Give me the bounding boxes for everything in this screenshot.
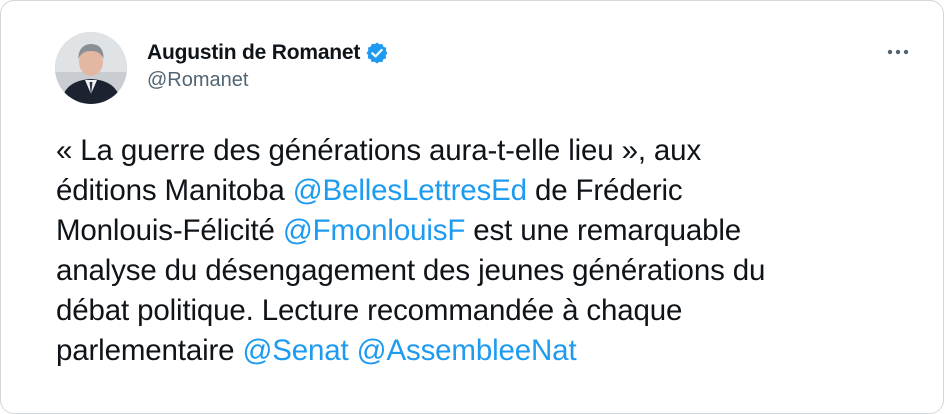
tweet-text-line: parlementaire @Senat @AssembleeNat bbox=[56, 331, 916, 371]
mention-link[interactable]: @FmonlouisF bbox=[283, 214, 466, 247]
author-name-row[interactable]: Augustin de Romanet bbox=[147, 39, 389, 67]
mention-link[interactable]: @Senat bbox=[242, 334, 348, 367]
avatar-photo bbox=[55, 32, 127, 104]
author-avatar[interactable] bbox=[55, 32, 127, 104]
tweet-text-segment: parlementaire bbox=[56, 334, 243, 367]
more-horizontal-icon bbox=[887, 49, 909, 55]
tweet-text-line: éditions Manitoba @BellesLettresEd de Fr… bbox=[56, 171, 916, 211]
tweet-text-line: Monlouis-Félicité @FmonlouisF est une re… bbox=[56, 211, 916, 251]
tweet-text-segment bbox=[349, 334, 357, 367]
tweet-card: Augustin de Romanet @Romanet « La guerre… bbox=[0, 0, 944, 414]
author-display-name[interactable]: Augustin de Romanet bbox=[147, 41, 360, 65]
mention-link[interactable]: @AssembleeNat bbox=[357, 334, 577, 367]
mention-link[interactable]: @BellesLettresEd bbox=[293, 174, 527, 207]
tweet-text-segment: de Fréderic bbox=[526, 174, 683, 207]
tweet-text-segment: débat politique. Lecture recommandée à c… bbox=[56, 294, 683, 327]
tweet-text-segment: est une remarquable bbox=[465, 214, 742, 247]
tweet-text-segment: « La guerre des générations aura-t-elle … bbox=[56, 134, 702, 167]
tweet-text-segment: analyse du désengagement des jeunes géné… bbox=[56, 254, 766, 287]
verified-badge-icon bbox=[365, 41, 389, 65]
tweet-text-line: analyse du désengagement des jeunes géné… bbox=[56, 251, 916, 291]
tweet-text-line: « La guerre des générations aura-t-elle … bbox=[56, 131, 916, 171]
tweet-text-line: débat politique. Lecture recommandée à c… bbox=[56, 291, 916, 331]
more-options-button[interactable] bbox=[883, 37, 913, 67]
tweet-text-segment: Monlouis-Félicité bbox=[56, 214, 283, 247]
tweet-text: « La guerre des générations aura-t-elle … bbox=[56, 131, 916, 371]
author-handle[interactable]: @Romanet bbox=[147, 69, 248, 92]
tweet-text-segment: éditions Manitoba bbox=[56, 174, 293, 207]
